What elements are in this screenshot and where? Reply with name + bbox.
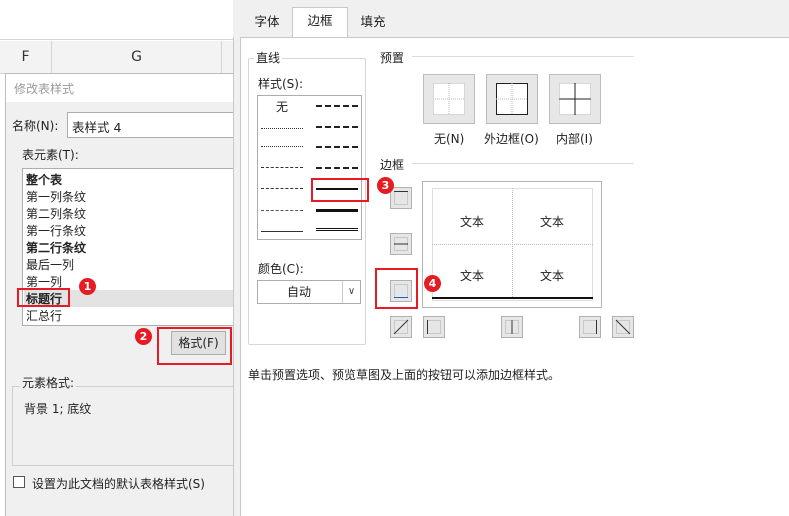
preview-text: 文本 [460,215,485,229]
border-left-button[interactable] [423,316,445,338]
line-style-none[interactable]: 无 [276,98,288,115]
preview-text: 文本 [540,269,565,283]
line-style-dotted[interactable] [261,146,303,147]
preset-outline-button[interactable] [486,74,538,124]
line-style-thick[interactable] [316,209,358,212]
element-format-label: 元素格式: [20,374,77,391]
line-style-list[interactable]: 无 [257,95,362,240]
border-diagonal-down-button[interactable] [612,316,634,338]
border-diagonal-up-button[interactable] [390,316,412,338]
line-style-dashed[interactable] [261,210,303,211]
callout-box-1 [17,288,70,307]
preview-text: 文本 [460,269,485,283]
border-right-icon [583,320,597,334]
border-left-icon [427,320,441,334]
border-middle-vertical-button[interactable] [501,316,523,338]
preview-text: 文本 [540,215,565,229]
preset-inside-label: 内部(I) [556,132,593,146]
presets-separator [412,56,634,57]
list-item[interactable]: 第二列条纹 [26,205,86,222]
tab-border[interactable]: 边框 [292,7,348,38]
line-style-double[interactable] [316,228,358,231]
line-style-thin[interactable] [261,231,303,232]
preset-none-label: 无(N) [434,132,465,146]
color-label: 颜色(C): [258,262,304,276]
tab-strip: 字体 边框 填充 [233,0,789,38]
list-item[interactable]: 第一列条纹 [26,188,86,205]
excel-formula-area [0,0,240,40]
diagonal-down-icon [615,319,631,335]
border-middle-vertical-icon [505,320,519,334]
line-style-slanted-dash-dot[interactable] [316,126,358,128]
border-middle-horizontal-icon [394,237,408,251]
default-style-checkbox[interactable] [13,476,25,488]
callout-badge-2: 2 [135,328,152,345]
border-separator [412,163,634,164]
border-top-icon [394,191,408,205]
line-style-hairline[interactable] [261,128,303,129]
list-item[interactable]: 汇总行 [26,307,62,324]
list-item[interactable]: 整个表 [26,171,62,188]
line-group-label: 直线 [254,49,283,66]
list-item[interactable]: 最后一列 [26,256,74,273]
presets-label: 预置 [380,51,405,65]
column-header-f[interactable]: F [0,41,52,74]
callout-badge-4: 4 [424,275,441,292]
style-label: 样式(S): [258,77,304,91]
element-format-group [12,386,240,466]
border-middle-horizontal-button[interactable] [390,233,412,255]
preset-inside-icon [559,83,591,115]
line-style-medium-dash-dot[interactable] [316,146,358,148]
list-item[interactable]: 第二行条纹 [26,239,86,256]
table-elements-label: 表元素(T): [22,148,79,162]
border-right-button[interactable] [579,316,601,338]
preset-outline-label: 外边框(O) [484,132,539,146]
chevron-down-icon[interactable]: ∨ [342,281,360,303]
color-select[interactable]: 自动 ∨ [257,280,361,304]
excel-column-headers: F G [0,41,240,74]
callout-box-2 [157,327,232,365]
name-input[interactable]: 表样式 4 [67,112,240,138]
preset-none-icon [433,83,465,115]
color-value: 自动 [286,285,311,299]
list-item[interactable]: 第一行条纹 [26,222,86,239]
line-style-medium-dash-dot-dot[interactable] [316,105,358,107]
default-style-label: 设置为此文档的默认表格样式(S) [32,477,205,491]
border-preview[interactable]: 文本 文本 文本 文本 [422,181,602,308]
line-style-dash-dot[interactable] [261,188,303,189]
preview-grid [432,188,593,301]
callout-box-4 [375,268,418,309]
diagonal-up-icon [393,319,409,335]
border-section-label: 边框 [380,158,405,172]
callout-badge-1: 1 [79,278,96,295]
hint-text: 单击预置选项、预览草图及上面的按钮可以添加边框样式。 [248,368,561,382]
preset-outline-icon [496,83,528,115]
callout-box-3 [311,178,369,202]
callout-badge-3: 3 [377,177,394,194]
line-style-medium-dashed[interactable] [316,167,358,169]
element-format-value: 背景 1; 底纹 [24,402,92,416]
tab-font[interactable]: 字体 [242,9,292,37]
dialog-title: 修改表样式 [14,82,75,96]
column-header-g[interactable]: G [52,41,222,74]
name-label: 名称(N): [12,119,59,133]
line-style-dash-dot-dot[interactable] [261,167,303,168]
preset-inside-button[interactable] [549,74,601,124]
border-top-button[interactable] [390,187,412,209]
tab-fill[interactable]: 填充 [348,9,398,37]
preset-none-button[interactable] [423,74,475,124]
